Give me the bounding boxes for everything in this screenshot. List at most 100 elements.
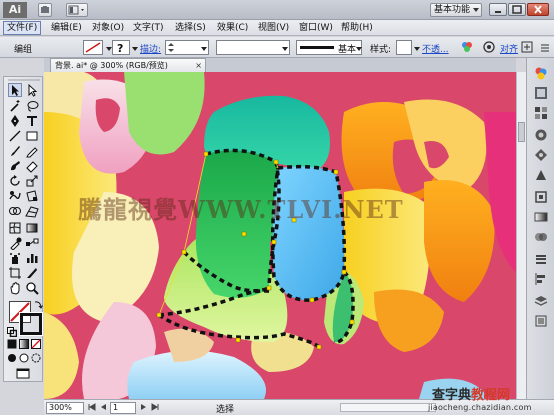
menu-file[interactable]: 文件(F)	[3, 21, 42, 35]
color-panel-button[interactable]	[534, 66, 548, 80]
free-transform-tool[interactable]	[25, 189, 39, 203]
menu-select[interactable]: 选择(S)	[172, 21, 209, 35]
default-fill-stroke-button[interactable]	[7, 327, 17, 337]
close-button[interactable]	[527, 3, 549, 16]
opacity-panel-link[interactable]: 不透...	[422, 42, 449, 55]
vertical-scrollbar-thumb[interactable]	[518, 122, 525, 142]
appearance-panel-button[interactable]	[534, 190, 548, 204]
menu-view[interactable]: 视图(V)	[255, 21, 292, 35]
previous-artboard-button[interactable]	[99, 403, 107, 413]
draw-inside-button[interactable]	[31, 353, 41, 363]
anchor-point[interactable]	[156, 312, 162, 318]
stroke-panel-button[interactable]	[534, 252, 548, 266]
menu-edit[interactable]: 编辑(E)	[48, 21, 85, 35]
arrange-documents-button[interactable]	[66, 3, 88, 17]
graphic-styles-panel-button[interactable]	[534, 168, 548, 182]
shape-builder-tool[interactable]	[8, 204, 22, 218]
anchor-point[interactable]	[203, 151, 209, 157]
layers-panel-button[interactable]	[534, 294, 548, 308]
anchor-point[interactable]	[309, 297, 315, 303]
recolor-artwork-button[interactable]	[460, 40, 474, 54]
color-guide-panel-button[interactable]	[534, 86, 548, 100]
rotate-tool[interactable]	[8, 174, 22, 188]
minimize-button[interactable]	[489, 3, 507, 16]
lasso-tool[interactable]	[25, 99, 39, 113]
anchor-point[interactable]	[266, 285, 272, 291]
slice-tool[interactable]	[25, 266, 39, 280]
bridge-button[interactable]	[38, 3, 52, 17]
scale-tool[interactable]	[25, 174, 39, 188]
artboard-number-field[interactable]: 1	[110, 402, 136, 414]
hand-tool[interactable]	[8, 281, 22, 295]
vertical-scrollbar[interactable]	[516, 72, 526, 399]
graphic-style-swatch[interactable]	[396, 40, 412, 55]
color-guide-icon	[535, 87, 547, 99]
stroke-color-swatch[interactable]	[19, 312, 43, 336]
stroke-panel-link[interactable]: 描边:	[140, 42, 161, 55]
anchor-point[interactable]	[235, 337, 241, 343]
artboard-canvas[interactable]: 騰龍視覺WWW.TLVI.NET	[44, 72, 516, 399]
eraser-tool[interactable]	[25, 159, 39, 173]
eyedropper-tool[interactable]	[8, 236, 22, 250]
gradient-mode-button[interactable]	[19, 339, 29, 349]
perspective-grid-tool[interactable]	[25, 204, 39, 218]
anchor-point[interactable]	[181, 249, 187, 255]
warp-tool[interactable]	[8, 189, 22, 203]
anchor-point[interactable]	[316, 344, 322, 350]
anchor-point[interactable]	[241, 231, 247, 237]
align-panel-link[interactable]: 对齐	[500, 42, 518, 55]
menu-window[interactable]: 窗口(W)	[296, 21, 336, 35]
symbols-panel-button[interactable]	[534, 148, 548, 162]
maximize-button[interactable]	[508, 3, 526, 16]
artboards-panel-button[interactable]	[534, 314, 548, 328]
paintbrush-tool[interactable]	[8, 144, 22, 158]
gradient-panel-button[interactable]	[534, 210, 548, 224]
rectangle-tool[interactable]	[25, 129, 39, 143]
menu-effect[interactable]: 效果(C)	[214, 21, 251, 35]
artboard-tool[interactable]	[8, 266, 22, 280]
magic-wand-tool[interactable]	[8, 99, 22, 113]
direct-selection-tool[interactable]	[25, 83, 39, 97]
symbol-sprayer-tool[interactable]	[8, 251, 22, 265]
pen-tool[interactable]	[8, 114, 22, 128]
next-artboard-button[interactable]	[140, 403, 148, 413]
pencil-tool[interactable]	[25, 144, 39, 158]
transform-button[interactable]	[520, 40, 534, 54]
anchor-point[interactable]	[333, 169, 339, 175]
document-tab-close-button[interactable]: ×	[195, 59, 202, 72]
isolate-group-button[interactable]	[482, 40, 496, 54]
selection-tool[interactable]	[8, 83, 22, 97]
brushes-panel-button[interactable]	[534, 128, 548, 142]
line-segment-tool[interactable]	[8, 129, 22, 143]
fill-swatch[interactable]	[83, 40, 103, 55]
draw-behind-button[interactable]	[19, 353, 29, 363]
document-tab[interactable]: 背景. ai* @ 300% (RGB/预览) ×	[50, 58, 206, 72]
none-mode-button[interactable]	[31, 339, 41, 349]
blob-brush-tool[interactable]	[8, 159, 22, 173]
panel-menu-button[interactable]	[538, 40, 552, 54]
column-graph-tool[interactable]	[25, 251, 39, 265]
blend-tool[interactable]	[25, 236, 39, 250]
draw-normal-button[interactable]	[7, 353, 17, 363]
swatches-panel-button[interactable]	[534, 106, 548, 120]
last-artboard-button[interactable]	[151, 403, 159, 413]
transparency-panel-button[interactable]	[534, 230, 548, 244]
zoom-level-field[interactable]: 300%	[46, 402, 84, 414]
anchor-point[interactable]	[341, 269, 347, 275]
gradient-tool[interactable]	[25, 221, 39, 235]
anchor-point[interactable]	[273, 159, 279, 165]
color-mode-button[interactable]	[7, 339, 17, 349]
menu-object[interactable]: 对象(O)	[89, 21, 127, 35]
screen-mode-button[interactable]	[16, 367, 30, 381]
variable-width-profile-select[interactable]	[216, 40, 290, 55]
first-artboard-button[interactable]	[88, 403, 96, 413]
anchor-point[interactable]	[349, 319, 355, 325]
menu-type[interactable]: 文字(T)	[130, 21, 167, 35]
type-tool[interactable]	[25, 114, 39, 128]
anchor-point[interactable]	[271, 239, 277, 245]
align-panel-button[interactable]	[534, 272, 548, 286]
mesh-tool[interactable]	[8, 221, 22, 235]
menu-help[interactable]: 帮助(H)	[338, 21, 376, 35]
stroke-swatch[interactable]: ?	[112, 40, 130, 55]
zoom-tool[interactable]	[25, 281, 39, 295]
